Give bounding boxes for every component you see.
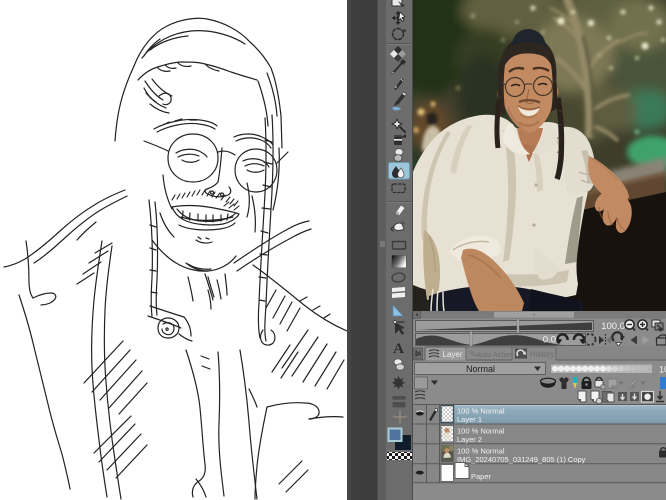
svg-text:Layer: Layer [443, 350, 463, 359]
svg-text:A: A [393, 341, 404, 357]
svg-text:10: 10 [659, 365, 666, 375]
svg-text:Layer 2: Layer 2 [457, 435, 482, 444]
svg-text:Layer 1: Layer 1 [457, 415, 482, 424]
svg-text:100.0: 100.0 [601, 321, 625, 332]
svg-text:History: History [530, 350, 554, 359]
svg-text:0.0: 0.0 [543, 335, 556, 346]
svg-text:Auto Action: Auto Action [476, 350, 513, 359]
svg-text:Normal: Normal [466, 364, 495, 374]
svg-text:IMG_20240705_031249_805 (1) Co: IMG_20240705_031249_805 (1) Copy [457, 455, 586, 464]
svg-text:Paper: Paper [471, 472, 492, 481]
